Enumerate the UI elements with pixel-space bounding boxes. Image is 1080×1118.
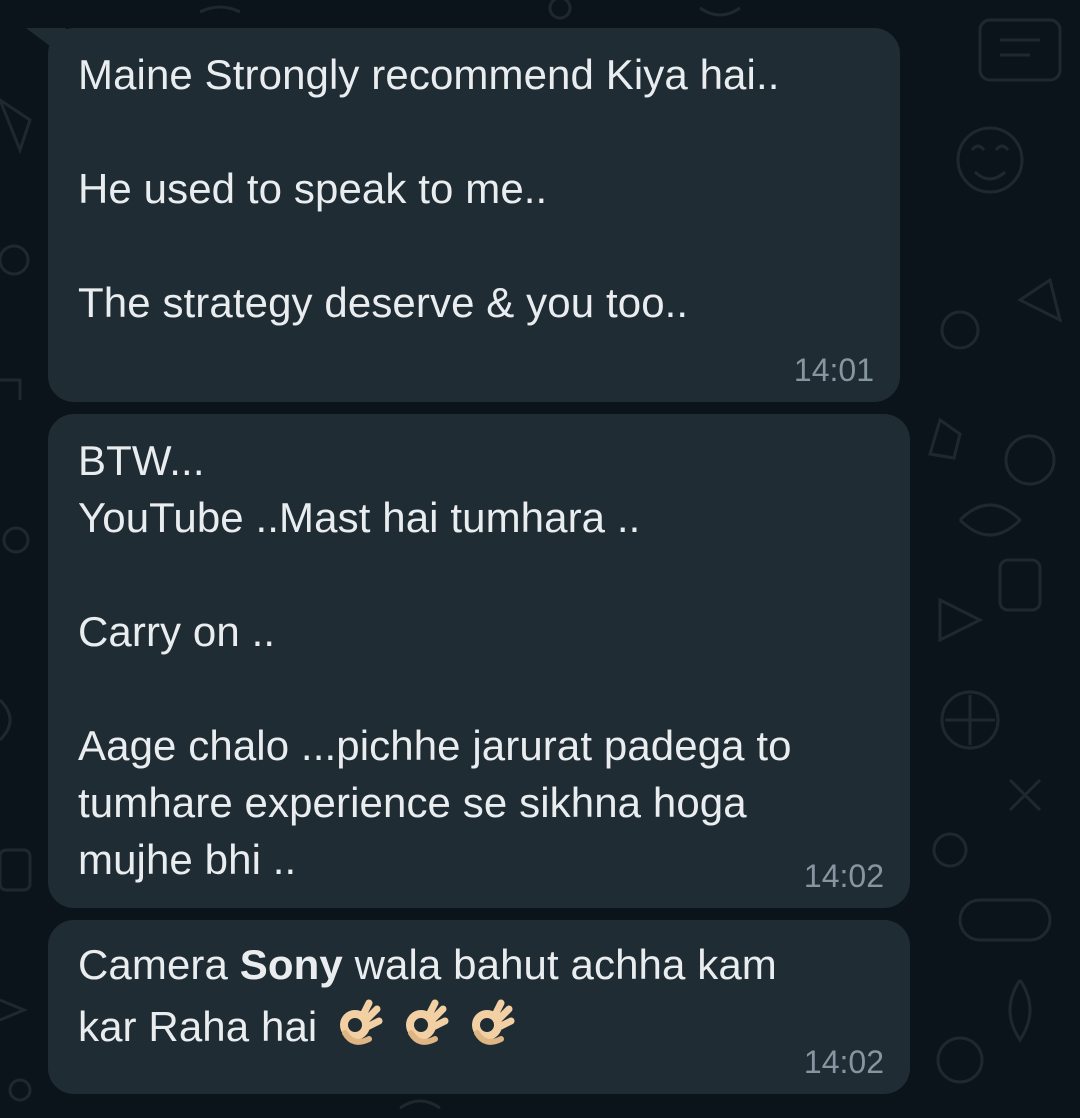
message-timestamp: 14:01 [793, 352, 874, 388]
message-bold-text: Sony [239, 941, 343, 988]
message-text-line: Carry on .. [78, 608, 276, 655]
message-text-line: Aage chalo ...pichhe jarurat padega to [78, 722, 792, 769]
ok-hand-emoji-icon [340, 999, 383, 1045]
message-text-line: kar Raha hai [78, 996, 880, 1058]
message-text-line: Maine Strongly recommend Kiya hai.. [78, 51, 780, 98]
message-bubble[interactable]: Camera Sony wala bahut achha kam kar Rah… [48, 920, 910, 1094]
message-text-fragment: kar Raha hai [78, 1003, 318, 1050]
message-timestamp: 14:02 [803, 858, 884, 894]
ok-hand-emoji-icon [472, 999, 515, 1045]
message-text-line: BTW... [78, 437, 205, 484]
message-text-fragment: Camera [78, 941, 240, 988]
message-bubble[interactable]: BTW... YouTube ..Mast hai tumhara .. Car… [48, 414, 910, 908]
message-text-fragment: wala bahut achha kam [342, 941, 777, 988]
message-text-line: Camera Sony wala bahut achha kam [78, 934, 880, 996]
message-text-line: tumhare experience se sikhna hoga [78, 779, 747, 826]
message-bubble[interactable]: Maine Strongly recommend Kiya hai.. He u… [48, 28, 900, 402]
message-text-line: The strategy deserve & you too.. [78, 279, 689, 326]
chat-message-list[interactable]: Maine Strongly recommend Kiya hai.. He u… [0, 0, 1080, 1118]
message-text-line: mujhe bhi .. [78, 836, 297, 883]
message-text-line: YouTube ..Mast hai tumhara .. [78, 494, 641, 541]
ok-hand-emoji-icon [406, 999, 449, 1045]
message-text-line: He used to speak to me.. [78, 165, 548, 212]
message-timestamp: 14:02 [803, 1044, 884, 1080]
